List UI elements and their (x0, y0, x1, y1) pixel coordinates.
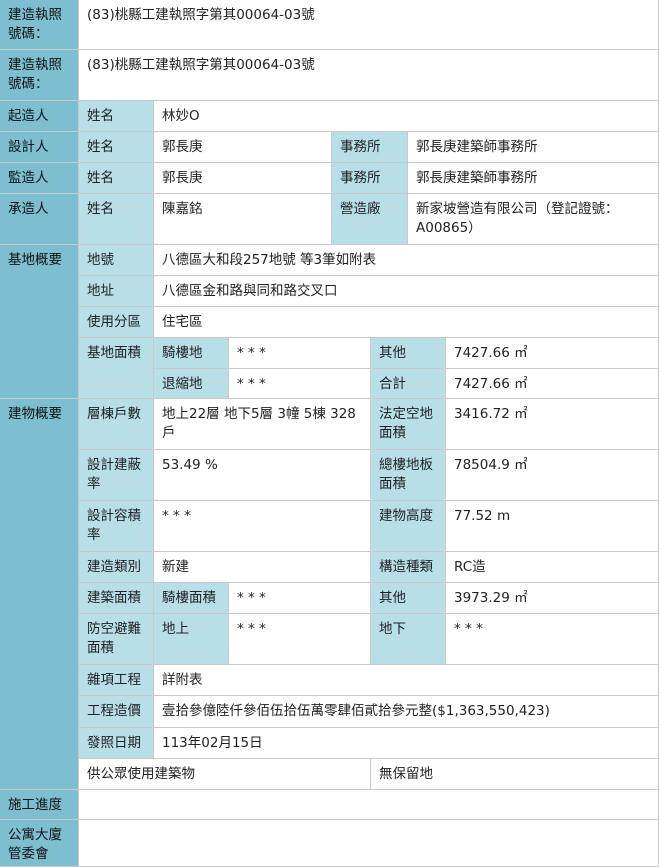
building-open-space-label: 法定空地面積 (371, 399, 446, 450)
designer-heading: 設計人 (0, 132, 79, 163)
designer-name-label: 姓名 (79, 132, 154, 163)
no-reserved-land: 無保留地 (371, 759, 659, 790)
site-setback: * * * (229, 369, 371, 399)
site-heading: 基地概要 (0, 245, 79, 399)
permit-number-value: (83)桃縣工建執照字第其00064-03號 (79, 50, 659, 101)
building-floors: 地上22層 地下5層 3幢 5棟 328戶 (154, 399, 371, 450)
building-heading: 建物概要 (0, 399, 79, 790)
supervisor-office-label: 事務所 (332, 163, 408, 194)
permit-number-label: 建造執照號碼： (0, 0, 79, 50)
public-use-building: 供公眾使用建築物 (79, 759, 371, 790)
building-arcade-area-label: 騎樓面積 (154, 583, 229, 614)
building-type: 新建 (154, 552, 371, 583)
contractor-heading: 承造人 (0, 194, 79, 245)
building-floor-area-label: 總樓地板面積 (371, 450, 446, 501)
contractor-name-label: 姓名 (79, 194, 154, 245)
site-total: 7427.66 ㎡ (446, 369, 659, 399)
site-area-label: 基地面積 (79, 338, 154, 399)
building-shelter-below-label: 地下 (371, 614, 446, 665)
owner-name-label: 姓名 (79, 101, 154, 132)
site-arcade: * * * (229, 338, 371, 369)
building-shelter-below: * * * (446, 614, 659, 665)
contractor-firm-label: 營造廠 (332, 194, 408, 245)
building-misc-label: 雜項工程 (79, 665, 154, 696)
supervisor-heading: 監造人 (0, 163, 79, 194)
supervisor-name: 郭長庚 (154, 163, 332, 194)
site-lot: 八德區大和段257地號 等3筆如附表 (154, 245, 659, 276)
designer-office: 郭長庚建築師事務所 (408, 132, 659, 163)
site-zoning-label: 使用分區 (79, 307, 154, 338)
permit-number-value: (83)桃縣工建執照字第其00064-03號 (79, 0, 659, 50)
building-height-label: 建物高度 (371, 501, 446, 552)
permit-number-label: 建造執照號碼： (0, 50, 79, 101)
building-cost-label: 工程造價 (79, 696, 154, 728)
site-address-label: 地址 (79, 276, 154, 307)
building-misc: 詳附表 (154, 665, 659, 696)
building-floor-area: 78504.9 ㎡ (446, 450, 659, 501)
building-built-area-label: 建築面積 (79, 583, 154, 614)
owner-name: 林妙O (154, 101, 659, 132)
building-floors-label: 層棟戶數 (79, 399, 154, 450)
building-issue-date-label: 發照日期 (79, 728, 154, 759)
building-structure: RC造 (446, 552, 659, 583)
building-built-other: 3973.29 ㎡ (446, 583, 659, 614)
building-built-other-label: 其他 (371, 583, 446, 614)
building-cost: 壹拾參億陸仟參佰伍拾伍萬零肆佰貳拾參元整($1,363,550,423) (154, 696, 659, 728)
building-arcade-area: * * * (229, 583, 371, 614)
supervisor-office: 郭長庚建築師事務所 (408, 163, 659, 194)
site-zoning: 住宅區 (154, 307, 659, 338)
building-shelter-above: * * * (229, 614, 371, 665)
supervisor-name-label: 姓名 (79, 163, 154, 194)
building-height: 77.52 m (446, 501, 659, 552)
designer-office-label: 事務所 (332, 132, 408, 163)
site-setback-label: 退縮地 (154, 369, 229, 399)
site-address: 八德區金和路與同和路交叉口 (154, 276, 659, 307)
progress-heading: 施工進度 (0, 790, 79, 820)
progress-value (79, 790, 659, 820)
building-far-label: 設計容積率 (79, 501, 154, 552)
building-issue-date: 113年02月15日 (154, 728, 659, 759)
building-structure-label: 構造種類 (371, 552, 446, 583)
contractor-firm: 新家坡營造有限公司（登記證號：A00865） (408, 194, 659, 245)
owner-heading: 起造人 (0, 101, 79, 132)
site-other-label: 其他 (371, 338, 446, 369)
building-coverage: 53.49 % (154, 450, 371, 501)
building-shelter-label: 防空避難面積 (79, 614, 154, 665)
site-lot-label: 地號 (79, 245, 154, 276)
building-open-space: 3416.72 ㎡ (446, 399, 659, 450)
building-coverage-label: 設計建蔽率 (79, 450, 154, 501)
designer-name: 郭長庚 (154, 132, 332, 163)
committee-heading: 公寓大廈管委會 (0, 820, 79, 867)
site-other: 7427.66 ㎡ (446, 338, 659, 369)
building-permit-table: 建造執照號碼： (83)桃縣工建執照字第其00064-03號 建造執照號碼： (… (0, 0, 659, 867)
committee-value (79, 820, 659, 867)
contractor-name: 陳嘉銘 (154, 194, 332, 245)
site-total-label: 合計 (371, 369, 446, 399)
building-shelter-above-label: 地上 (154, 614, 229, 665)
site-arcade-label: 騎樓地 (154, 338, 229, 369)
building-far: * * * (154, 501, 371, 552)
building-type-label: 建造類別 (79, 552, 154, 583)
